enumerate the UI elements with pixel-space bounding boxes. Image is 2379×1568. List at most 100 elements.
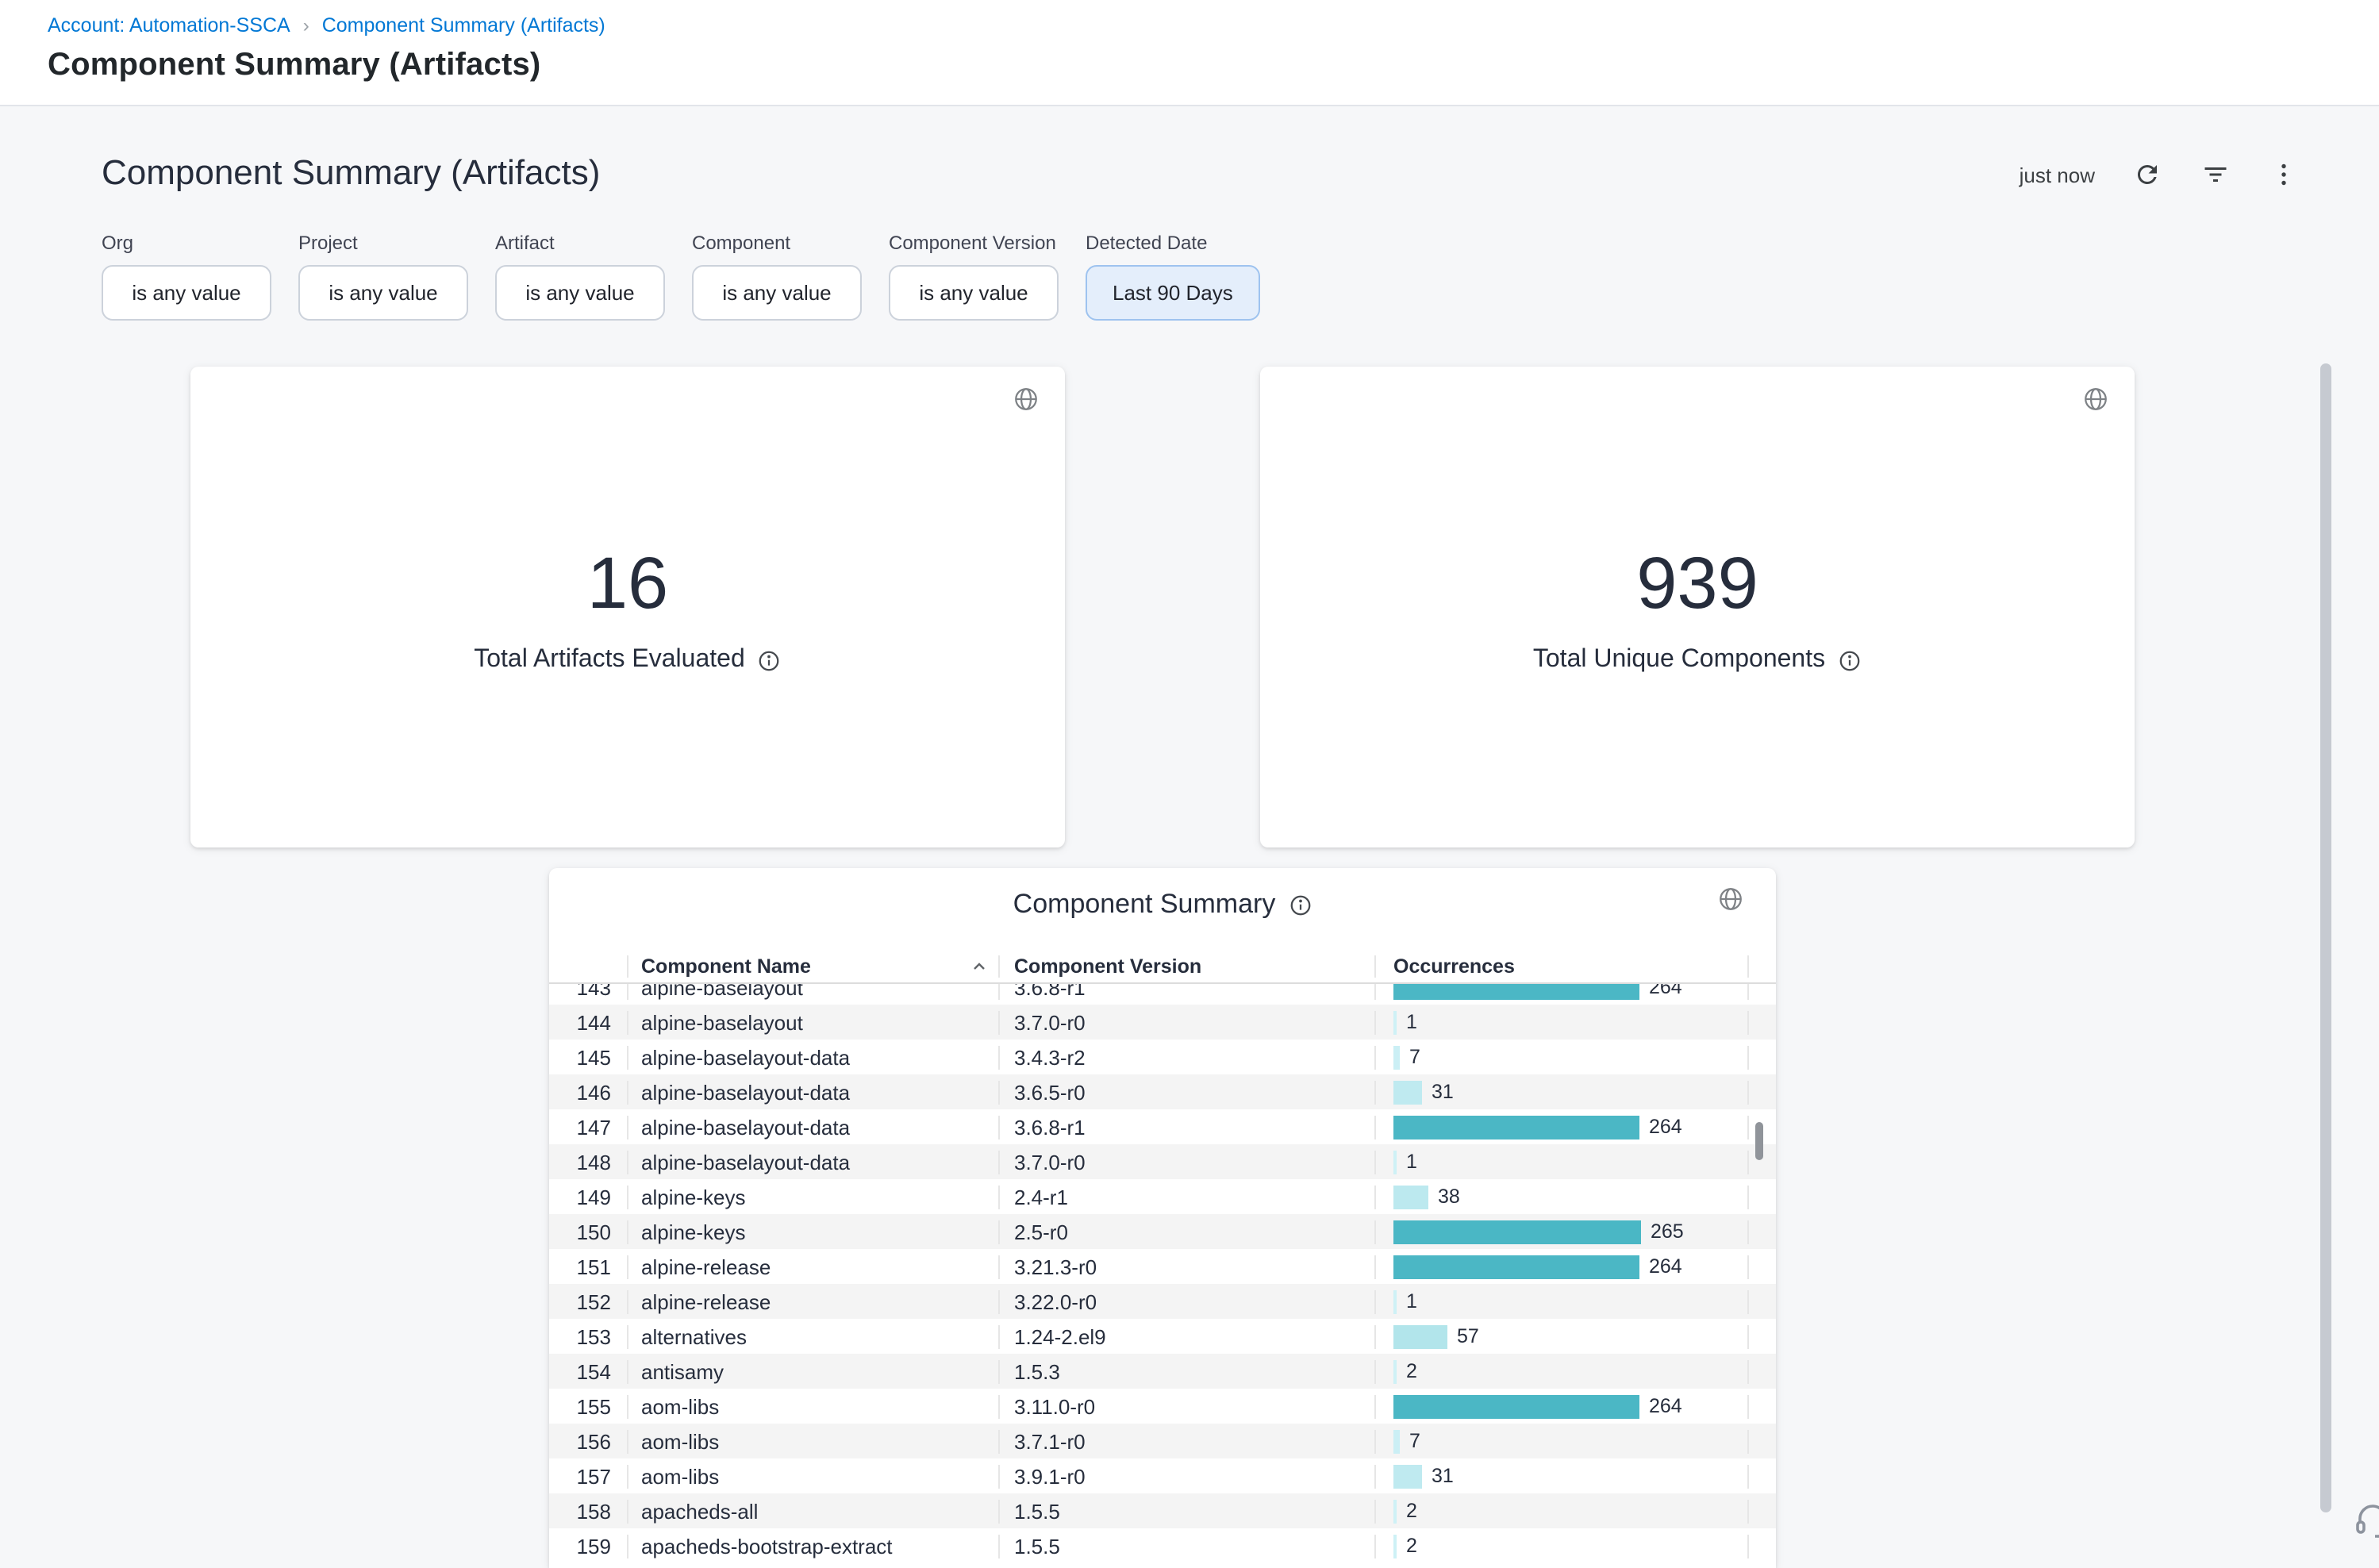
tile-total-artifacts-evaluated: 16 Total Artifacts Evaluated [190,367,1065,847]
filter-button-component[interactable]: is any value [692,265,862,321]
sort-asc-icon [970,957,989,976]
page-scrollbar-thumb[interactable] [2320,363,2331,1512]
row-index: 154 [549,1359,627,1383]
component-name-cell: alpine-baselayout [627,1010,998,1034]
table-row[interactable]: 158apacheds-all1.5.52 [549,1493,1776,1528]
row-index: 144 [549,1010,627,1034]
tile-label-row: Total Artifacts Evaluated [190,646,1065,674]
table-row[interactable]: 148alpine-baselayout-data3.7.0-r01 [549,1144,1776,1179]
table-row[interactable]: 143alpine-baselayout3.6.8-r1264 [549,984,1776,1005]
occurrence-value: 1 [1406,1151,1417,1173]
component-name-cell: alpine-keys [627,1185,998,1209]
globe-icon[interactable] [2082,386,2109,413]
filter-label-component-version: Component Version [889,232,1059,254]
table-scrollbar-thumb[interactable] [1755,1122,1763,1160]
occurrences-cell: 31 [1374,1080,1749,1104]
table-row[interactable]: 147alpine-baselayout-data3.6.8-r1264 [549,1109,1776,1144]
component-version-cell: 3.4.3-r2 [998,1045,1374,1069]
occurrence-bar [1393,1359,1397,1383]
row-index: 149 [549,1185,627,1209]
component-version-cell: 3.21.3-r0 [998,1255,1374,1278]
table-row[interactable]: 157aom-libs3.9.1-r031 [549,1458,1776,1493]
component-version-cell: 3.22.0-r0 [998,1289,1374,1313]
occurrence-bar [1393,1289,1397,1313]
tile-value: 939 [1260,541,2135,624]
filter-icon[interactable] [2200,159,2231,190]
occurrence-value: 264 [1649,984,1682,998]
occurrences-cell: 1 [1374,1150,1749,1174]
globe-icon[interactable] [1717,886,1744,913]
occurrence-bar [1393,1115,1639,1139]
table-row[interactable]: 150alpine-keys2.5-r0265 [549,1214,1776,1249]
occurrence-bar [1393,1464,1422,1488]
info-icon[interactable] [1288,893,1312,917]
component-version-cell: 3.7.0-r0 [998,1010,1374,1034]
occurrences-cell: 264 [1374,1255,1749,1278]
kebab-menu-icon[interactable] [2268,159,2300,190]
occurrence-value: 7 [1409,1430,1420,1452]
table-row[interactable]: 149alpine-keys2.4-r138 [549,1179,1776,1214]
table-row[interactable]: 145alpine-baselayout-data3.4.3-r27 [549,1040,1776,1074]
support-headset-icon[interactable] [2354,1501,2379,1539]
table-title-row: Component Summary [549,889,1776,920]
filter-group: Component is any value [692,232,862,321]
occurrences-cell: 7 [1374,1045,1749,1069]
occurrences-cell: 2 [1374,1534,1749,1558]
table-row[interactable]: 159apacheds-bootstrap-extract1.5.52 [549,1528,1776,1563]
table-rows: 143alpine-baselayout3.6.8-r1264144alpine… [549,984,1776,1568]
column-header-component-name[interactable]: Component Name [627,955,998,978]
occurrences-cell: 265 [1374,1220,1749,1243]
globe-icon[interactable] [1013,386,1040,413]
component-name-cell: aom-libs [627,1429,998,1453]
info-icon[interactable] [758,648,782,672]
filter-button-component-version[interactable]: is any value [889,265,1059,321]
occurrence-value: 264 [1649,1116,1682,1138]
table-row[interactable]: 151alpine-release3.21.3-r0264 [549,1249,1776,1284]
table-row[interactable]: 153alternatives1.24-2.el957 [549,1319,1776,1354]
filter-button-org[interactable]: is any value [102,265,271,321]
component-name-cell: alpine-baselayout-data [627,1150,998,1174]
filter-label-component: Component [692,232,862,254]
occurrence-bar [1393,1534,1397,1558]
column-header-occurrences[interactable]: Occurrences [1374,955,1749,978]
tile-total-unique-components: 939 Total Unique Components [1260,367,2135,847]
occurrence-bar [1393,1429,1400,1453]
filter-button-artifact[interactable]: is any value [495,265,665,321]
occurrences-cell: 31 [1374,1464,1749,1488]
occurrences-cell: 7 [1374,1429,1749,1453]
page-title: Component Summary (Artifacts) [48,48,540,84]
occurrences-cell: 38 [1374,1185,1749,1209]
component-name-cell: alpine-keys [627,1220,998,1243]
component-version-cell: 3.6.5-r0 [998,1080,1374,1104]
filter-group: Artifactis any value [495,232,665,321]
breadcrumb-page-link[interactable]: Component Summary (Artifacts) [322,14,605,37]
component-version-cell: 1.24-2.el9 [998,1324,1374,1348]
row-index: 152 [549,1289,627,1313]
occurrences-cell: 57 [1374,1324,1749,1348]
table-row[interactable]: 152alpine-release3.22.0-r01 [549,1284,1776,1319]
filter-button-detected-date[interactable]: Last 90 Days [1086,265,1260,321]
column-header-component-version[interactable]: Component Version [998,955,1374,978]
occurrence-bar [1393,1324,1447,1348]
tile-label: Total Unique Components [1533,646,1825,674]
row-index: 147 [549,1115,627,1139]
filter-button-project[interactable]: is any value [298,265,468,321]
table-row[interactable]: 155aom-libs3.11.0-r0264 [549,1389,1776,1424]
breadcrumb-account-link[interactable]: Account: Automation-SSCA [48,14,290,37]
table-row[interactable]: 156aom-libs3.7.1-r07 [549,1424,1776,1458]
row-index: 156 [549,1429,627,1453]
occurrence-bar [1393,1499,1397,1523]
occurrence-value: 264 [1649,1255,1682,1278]
refresh-icon[interactable] [2131,159,2163,190]
table-row[interactable]: 144alpine-baselayout3.7.0-r01 [549,1005,1776,1040]
info-icon[interactable] [1838,648,1862,672]
table-row[interactable]: 146alpine-baselayout-data3.6.5-r031 [549,1074,1776,1109]
component-name-cell: alpine-baselayout-data [627,1115,998,1139]
occurrence-bar [1393,1255,1639,1278]
row-index: 155 [549,1394,627,1418]
occurrence-value: 57 [1457,1325,1479,1347]
occurrence-value: 2 [1406,1360,1417,1382]
component-version-cell: 3.7.0-r0 [998,1150,1374,1174]
occurrences-cell: 264 [1374,1394,1749,1418]
table-row[interactable]: 154antisamy1.5.32 [549,1354,1776,1389]
